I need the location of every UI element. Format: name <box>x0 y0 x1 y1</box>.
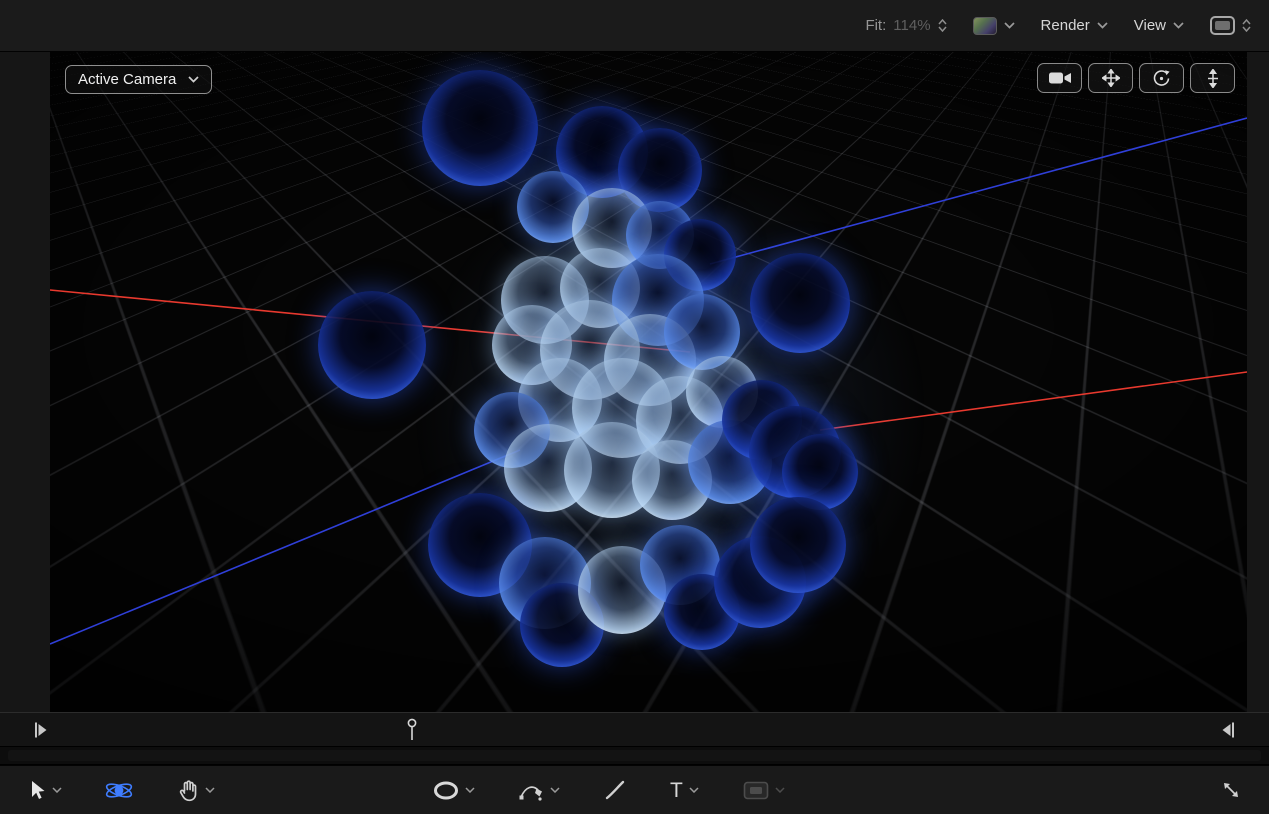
chevron-down-icon <box>188 76 199 83</box>
top-toolbar: Fit: 114% Render View <box>0 0 1269 52</box>
chevron-down-icon <box>1004 22 1015 29</box>
bezier-pen-tool[interactable] <box>519 779 560 802</box>
chevron-down-icon <box>1173 22 1184 29</box>
chevron-down-icon <box>205 787 215 793</box>
in-point-marker[interactable] <box>34 722 48 743</box>
camera-icon <box>1048 71 1072 85</box>
bezier-pen-icon <box>519 779 544 802</box>
text-tool-icon: T <box>670 780 683 801</box>
chevron-down-icon <box>775 787 785 793</box>
out-point-marker[interactable] <box>1221 722 1235 743</box>
select-arrow-tool[interactable] <box>28 780 62 800</box>
view-menu-label: View <box>1134 17 1166 34</box>
pan-view-button[interactable] <box>1088 63 1133 93</box>
image-mask-tool[interactable] <box>743 781 785 800</box>
camera-view-button[interactable] <box>1037 63 1082 93</box>
chevron-down-icon <box>550 787 560 793</box>
zoom-stepper-icon[interactable] <box>938 19 947 32</box>
view-menu[interactable]: View <box>1134 17 1184 34</box>
motion-canvas-window: Fit: 114% Render View <box>0 0 1269 814</box>
fit-label: Fit: <box>865 17 886 34</box>
display-stepper-icon[interactable] <box>1242 19 1251 32</box>
chevron-down-icon <box>52 787 62 793</box>
image-mask-icon <box>743 781 769 800</box>
shape-oval-tool[interactable] <box>433 781 475 800</box>
render-menu[interactable]: Render <box>1041 17 1108 34</box>
color-well-icon[interactable] <box>973 17 997 35</box>
oval-shape-icon <box>433 781 459 800</box>
display-mode-control[interactable] <box>1210 16 1251 35</box>
zoom-value: 114% <box>893 17 930 34</box>
transform-3d-icon <box>104 778 134 803</box>
chevron-down-icon <box>689 787 699 793</box>
playhead[interactable] <box>406 718 418 746</box>
camera-menu-label: Active Camera <box>78 71 176 88</box>
dolly-view-button[interactable] <box>1190 63 1235 93</box>
render-menu-label: Render <box>1041 17 1090 34</box>
camera-select-menu[interactable]: Active Camera <box>65 65 212 94</box>
paint-stroke-icon <box>604 779 626 801</box>
dolly-icon <box>1206 69 1220 88</box>
zoom-control[interactable]: Fit: 114% <box>865 17 946 34</box>
text-tool[interactable]: T <box>670 780 699 801</box>
cursor-arrow-icon <box>28 780 46 800</box>
chevron-down-icon <box>1097 22 1108 29</box>
sphere <box>318 291 426 399</box>
viewport-canvas[interactable]: Active Camera <box>50 52 1247 712</box>
paint-stroke-tool[interactable] <box>604 779 626 801</box>
display-mode-icon[interactable] <box>1210 16 1235 35</box>
color-well-control[interactable] <box>973 17 1015 35</box>
chevron-down-icon <box>465 787 475 793</box>
orbit-view-button[interactable] <box>1139 63 1184 93</box>
sphere <box>750 497 846 593</box>
camera-view-tools <box>1037 63 1235 93</box>
spheres-layer <box>50 52 1247 712</box>
hand-icon <box>176 778 199 802</box>
pan-hand-tool[interactable] <box>176 778 215 802</box>
sphere <box>422 70 538 186</box>
resize-handle[interactable] <box>1221 780 1241 800</box>
sphere <box>750 253 850 353</box>
orbit-icon <box>1152 69 1171 88</box>
transform-3d-tool[interactable] <box>104 778 134 803</box>
mini-timeline[interactable] <box>0 712 1269 746</box>
pan-icon <box>1102 69 1120 87</box>
bottom-toolbar: T <box>0 765 1269 814</box>
resize-diagonal-icon <box>1221 780 1241 800</box>
timeline-track[interactable] <box>0 746 1269 765</box>
